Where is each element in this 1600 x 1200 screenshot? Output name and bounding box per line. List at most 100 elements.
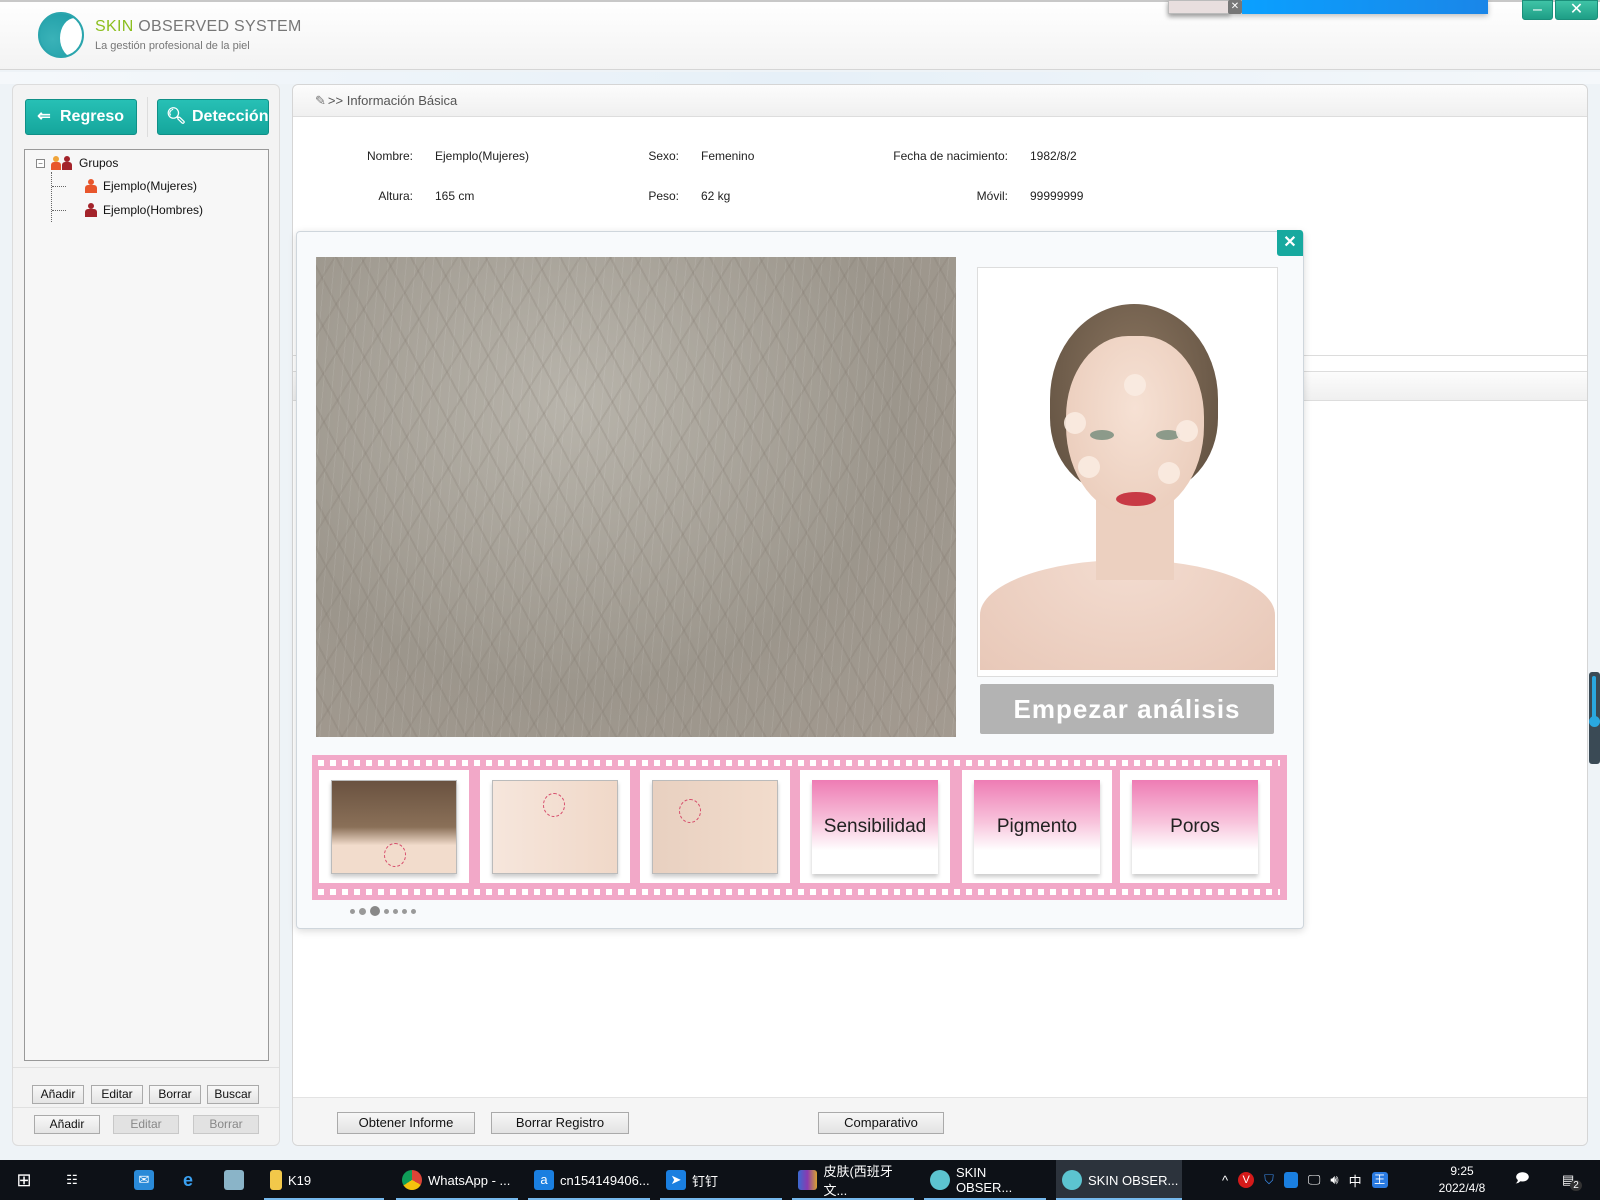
face-spot-left-cheek[interactable] [1078, 456, 1100, 478]
face-spot-right-cheek[interactable] [1158, 462, 1180, 484]
network-icon[interactable]: 🖵︎ [1308, 1172, 1321, 1188]
film-holes [318, 889, 1280, 895]
dialog-close-button[interactable]: ✕ [1277, 230, 1303, 256]
section-title: >> Información Básica [327, 93, 458, 108]
peso-value: 62 kg [701, 189, 731, 203]
deteccion-button[interactable]: 🔍︎ Detección [157, 99, 269, 135]
clock-time: 9:25 [1450, 1164, 1474, 1178]
magnifier-icon: 🔍︎ [166, 108, 187, 125]
regreso-label: Regreso [60, 108, 125, 125]
carousel-item-pigmento[interactable]: Pigmento [962, 770, 1112, 883]
pager-dot[interactable] [350, 908, 355, 914]
group-delete-button[interactable]: Borrar [149, 1085, 201, 1104]
taskbar-label: cn154149406... [560, 1172, 650, 1188]
regreso-button[interactable]: ⇐ Regreso [25, 99, 137, 135]
pager-dot[interactable] [393, 908, 398, 914]
dingtalk-tray-icon[interactable] [1283, 1172, 1298, 1188]
tree-item-mujeres[interactable]: Ejemplo(Mujeres) [85, 179, 197, 193]
eye-thumbnail [652, 780, 778, 874]
member-add-button[interactable]: Añadir [34, 1115, 100, 1134]
divider [13, 1067, 279, 1068]
carousel-item-eye[interactable] [640, 770, 790, 883]
taskbar-item-k19[interactable]: K19 [264, 1160, 384, 1200]
ime-indicator[interactable]: 中 [1349, 1171, 1362, 1190]
chrome-icon [402, 1170, 422, 1190]
group-edit-button[interactable]: Editar [91, 1085, 143, 1104]
action-center-icon: 🗩︎ [1515, 1170, 1530, 1185]
mail-app[interactable]: ✉ [128, 1160, 164, 1200]
group-add-button[interactable]: Añadir [32, 1085, 84, 1104]
pager-dot-active[interactable] [370, 906, 380, 916]
start-analysis-button[interactable]: Empezar análisis [980, 684, 1274, 734]
pager-dot[interactable] [411, 908, 416, 914]
volume-slider[interactable] [1589, 672, 1600, 764]
taskbar-item-skin-1[interactable]: SKIN OBSER... [924, 1160, 1046, 1200]
pager-dot[interactable] [359, 907, 366, 915]
input-method-icon[interactable]: 王 [1371, 1172, 1388, 1188]
face-spot-right-eye[interactable] [1176, 420, 1198, 442]
edit-icon: ✎ [315, 93, 326, 108]
obtener-informe-button[interactable]: Obtener Informe [337, 1112, 475, 1134]
taskbar-label: 皮肤(西班牙文... [823, 1164, 893, 1198]
tree-item-grupos[interactable]: − Grupos [36, 156, 118, 170]
sensibilidad-thumbnail: Sensibilidad [812, 780, 938, 874]
notifications-button[interactable]: ▤ 2 [1562, 1160, 1582, 1200]
antivirus-icon[interactable]: V [1238, 1172, 1255, 1188]
taskbar-label: SKIN OBSER... [1088, 1172, 1179, 1188]
tree-label: Ejemplo(Hombres) [103, 203, 204, 217]
title-bar: SKIN OBSERVED SYSTEM La gestión profesio… [0, 0, 1600, 70]
face-spot-left-eye[interactable] [1064, 412, 1086, 434]
tree-line [51, 172, 52, 222]
notification-count: 2 [1570, 1179, 1582, 1191]
face-map [977, 267, 1278, 677]
carousel-item-sensibilidad[interactable]: Sensibilidad [800, 770, 950, 883]
notification-popup[interactable]: ✕ [1168, 0, 1488, 14]
carousel-item-poros[interactable]: Poros [1120, 770, 1270, 883]
task-view-button[interactable]: ☷ [56, 1160, 92, 1200]
sexo-value: Femenino [701, 149, 755, 163]
face-spot-forehead[interactable] [1124, 374, 1146, 396]
carousel-pager[interactable] [350, 906, 416, 916]
taskbar-item-skin-2[interactable]: SKIN OBSER... [1056, 1160, 1182, 1200]
clock-date: 2022/4/8 [1438, 1181, 1486, 1195]
tree-item-hombres[interactable]: Ejemplo(Hombres) [85, 203, 203, 217]
taskbar-label: 钉钉 [692, 1173, 719, 1189]
tray-expand-icon[interactable]: ^ [1222, 1173, 1228, 1188]
volume-icon[interactable]: 🔊︎ [1330, 1172, 1338, 1188]
internet-explorer-icon: e [182, 1170, 193, 1190]
taskbar-item-aliwangwang[interactable]: a cn154149406... [528, 1160, 650, 1200]
shield-icon[interactable]: ⛉ [1264, 1172, 1274, 1188]
volume-knob[interactable] [1589, 716, 1600, 727]
comparativo-button[interactable]: Comparativo [818, 1112, 944, 1134]
app-tagline: La gestión profesional de la piel [95, 40, 250, 52]
carousel-item-cheek[interactable] [480, 770, 630, 883]
collapse-icon[interactable]: − [36, 158, 45, 168]
notes-app[interactable] [218, 1160, 254, 1200]
borrar-registro-button[interactable]: Borrar Registro [491, 1112, 629, 1134]
group-tree[interactable]: − Grupos Ejemplo(Mujeres) Ejemplo(Hombre… [24, 149, 269, 1061]
start-button[interactable]: ⊞ [8, 1160, 48, 1200]
notification-close-button[interactable]: ✕ [1228, 0, 1242, 14]
altura-label: Altura: [378, 189, 413, 203]
carousel-item-forehead[interactable] [319, 770, 469, 883]
taskbar-item-whatsapp[interactable]: WhatsApp - ... [396, 1160, 518, 1200]
group-search-button[interactable]: Buscar [207, 1085, 259, 1104]
taskbar-label: K19 [288, 1172, 312, 1188]
ie-app[interactable]: e [172, 1160, 208, 1200]
skin-camera-preview [316, 257, 956, 737]
close-window-button[interactable]: ✕ [1555, 0, 1598, 20]
notification-bar[interactable] [1242, 0, 1488, 14]
taskbar-item-rar[interactable]: 皮肤(西班牙文... [792, 1160, 914, 1200]
pager-dot[interactable] [402, 908, 407, 914]
action-center-button[interactable]: 🗩︎ [1515, 1160, 1529, 1200]
app-logo-icon [38, 12, 84, 58]
volume-fill [1592, 676, 1596, 720]
clock[interactable]: 9:25 2022/4/8 [1428, 1163, 1496, 1197]
skin-app-icon [930, 1170, 950, 1190]
deteccion-label: Detección [192, 108, 269, 125]
pager-dot[interactable] [384, 908, 389, 914]
minimize-button[interactable]: – [1522, 0, 1553, 20]
brand-skin: SKIN [95, 18, 134, 35]
taskbar-item-dingtalk[interactable]: ➤ 钉钉 [660, 1160, 782, 1200]
face-illustration [980, 270, 1275, 670]
